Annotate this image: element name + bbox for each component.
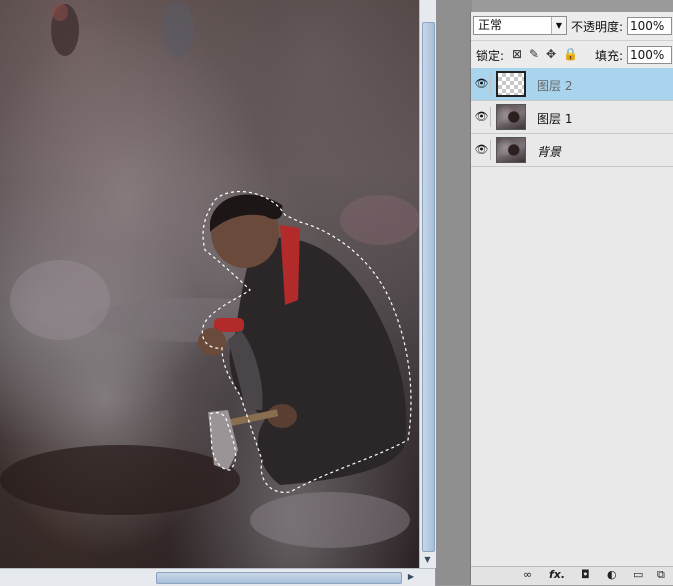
folder-icon[interactable]: ▭ [633, 568, 643, 581]
document-canvas[interactable] [0, 0, 419, 568]
eye-icon[interactable]: 👁 [473, 74, 491, 94]
adjustment-icon[interactable]: ◐ [607, 568, 617, 581]
mask-icon[interactable]: ◘ [581, 568, 590, 581]
background-figure [162, 2, 194, 58]
lock-all-icon[interactable]: 🔒 [563, 47, 578, 61]
lock-position-move-icon[interactable]: ✥ [546, 47, 556, 61]
horizontal-scrollbar[interactable]: ▶ [0, 568, 435, 586]
lock-fill-row: 锁定: ⊠ ✎ ✥ 🔒 填充: 100% [471, 40, 673, 69]
layer-row[interactable]: 👁 图层 2 [471, 68, 673, 101]
chevron-down-icon[interactable]: ▼ [551, 17, 566, 34]
rock [10, 260, 110, 340]
lock-pixels-brush-icon[interactable]: ✎ [529, 47, 539, 61]
eye-icon[interactable]: 👁 [473, 140, 491, 160]
fx-icon[interactable]: fx. [549, 568, 565, 581]
lock-label: 锁定: [476, 49, 505, 63]
new-layer-icon[interactable]: ⧉ [657, 568, 665, 582]
layer-thumbnail [496, 104, 526, 130]
layers-panel: 正常 ▼ 不透明度: 100% 锁定: ⊠ ✎ ✥ 🔒 填充: 100% 👁 图… [470, 12, 673, 585]
opacity-field[interactable]: 100% [627, 17, 672, 35]
layers-panel-toolbar: ∞ fx. ◘ ◐ ▭ ⧉ [471, 566, 673, 585]
vertical-scrollbar[interactable]: ▼ [419, 0, 436, 568]
blend-mode-value: 正常 [478, 18, 503, 32]
rock [0, 445, 240, 515]
layer-name: 背景 [537, 145, 562, 159]
layer-thumbnail [496, 137, 526, 163]
fill-label: 填充: [595, 49, 624, 63]
scroll-down-arrow-icon[interactable]: ▼ [422, 554, 433, 565]
opacity-label: 不透明度: [571, 20, 624, 34]
layer-name: 图层 2 [537, 79, 573, 93]
link-icon[interactable]: ∞ [523, 568, 532, 581]
layer-row[interactable]: 👁 背景 [471, 134, 673, 167]
workspace-background [436, 0, 472, 585]
lock-transparency-icon[interactable]: ⊠ [512, 47, 522, 61]
rock [250, 492, 410, 548]
layer-name: 图层 1 [537, 112, 573, 126]
blend-mode-select[interactable]: 正常 ▼ [473, 16, 567, 35]
fill-field[interactable]: 100% [627, 46, 672, 64]
vertical-scroll-thumb[interactable] [422, 22, 435, 552]
rock [340, 195, 419, 245]
background-figure-head [52, 3, 68, 21]
horizontal-scroll-thumb[interactable] [156, 572, 402, 584]
photo-scene [0, 2, 419, 548]
layer-thumbnail [496, 71, 526, 97]
scroll-right-arrow-icon[interactable]: ▶ [405, 571, 417, 583]
eye-icon[interactable]: 👁 [473, 107, 491, 127]
layer-row[interactable]: 👁 图层 1 [471, 101, 673, 134]
blend-opacity-row: 正常 ▼ 不透明度: 100% [471, 12, 673, 40]
